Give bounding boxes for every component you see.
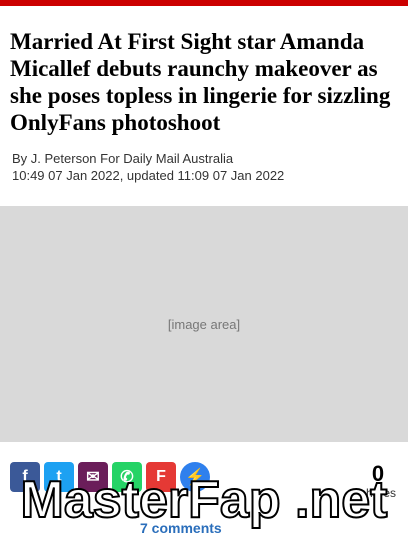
- comments-link[interactable]: 7 comments: [140, 520, 222, 536]
- byline-timestamp: 10:49 07 Jan 2022, updated 11:09 07 Jan …: [12, 168, 285, 183]
- byline-block: By J. Peterson For Daily Mail Australia …: [0, 136, 408, 184]
- facebook-icon[interactable]: f: [10, 462, 40, 492]
- flipboard-icon[interactable]: F: [146, 462, 176, 492]
- share-count: 0: [371, 461, 385, 486]
- share-bar: f t ✉ ✆ F ⚡ 0 shares: [10, 462, 396, 510]
- share-counter: 0 shares: [359, 461, 396, 501]
- article-image-area: [image area]: [0, 206, 408, 442]
- messenger-icon[interactable]: ⚡: [180, 462, 210, 492]
- article-headline: Married At First Sight star Amanda Mical…: [10, 29, 391, 135]
- byline-author: By J. Peterson For Daily Mail Australia: [12, 151, 234, 166]
- share-label: shares: [359, 486, 396, 500]
- share-icons: f t ✉ ✆ F ⚡: [10, 462, 396, 492]
- image-placeholder-label: [image area]: [167, 316, 241, 332]
- whatsapp-icon[interactable]: ✆: [112, 462, 142, 492]
- email-icon[interactable]: ✉: [78, 462, 108, 492]
- twitter-icon[interactable]: t: [44, 462, 74, 492]
